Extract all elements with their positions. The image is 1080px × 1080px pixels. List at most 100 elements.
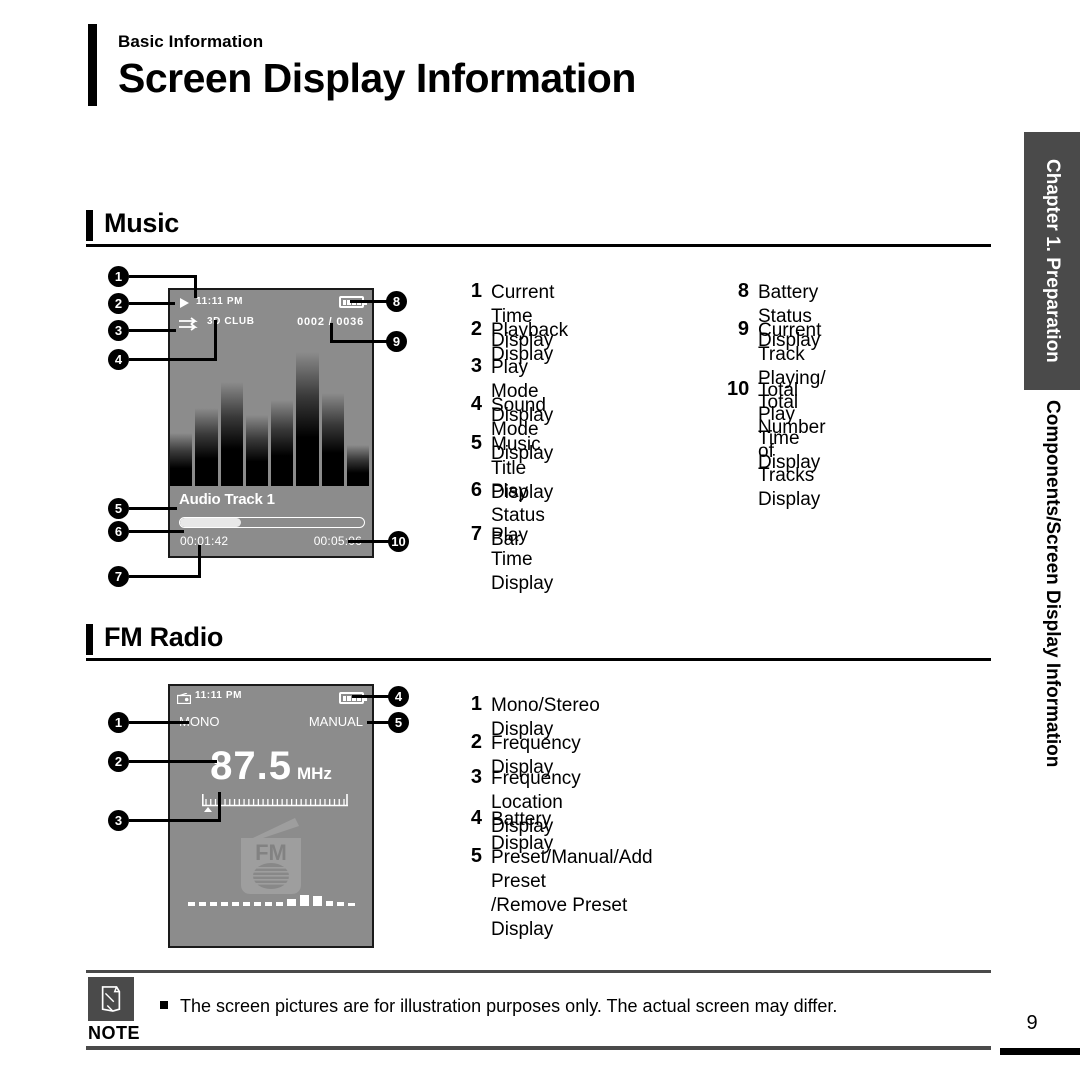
callout-music-10: 10 <box>388 531 409 552</box>
fm-frequency-scale <box>202 794 348 807</box>
play-status-bar <box>179 517 365 528</box>
battery-full-icon <box>339 692 367 704</box>
callout-music-8: 8 <box>386 291 407 312</box>
leader-line <box>129 530 184 533</box>
visualizer-bar <box>195 407 218 490</box>
note-rule-top <box>86 970 991 973</box>
callout-music-1: 1 <box>108 266 129 287</box>
legend-item-number: 2 <box>470 731 482 753</box>
music-status-bar: 11:11 PM 3D CLUB 0002 / 0036 <box>170 290 372 340</box>
leader-line <box>129 507 177 510</box>
leader-line <box>330 323 333 343</box>
leader-line <box>129 760 217 763</box>
fm-frequency-display: 87.5 MHz <box>170 744 372 789</box>
legend-item-number: 1 <box>470 693 482 715</box>
legend-item-number: 2 <box>470 318 482 340</box>
leader-line <box>129 302 175 305</box>
leader-line <box>330 340 388 343</box>
leader-line <box>198 545 201 578</box>
fm-signal-bar <box>253 902 261 906</box>
leader-line <box>129 575 201 578</box>
legend-item-number: 8 <box>737 280 749 302</box>
legend-item-number: 3 <box>470 355 482 377</box>
callout-fm-3: 3 <box>108 810 129 831</box>
note-text: The screen pictures are for illustration… <box>180 996 838 1016</box>
callout-music-4: 4 <box>108 349 129 370</box>
leader-line <box>367 721 391 724</box>
music-elapsed-time: 00:01:42 <box>180 534 229 548</box>
leader-line <box>129 275 197 278</box>
music-player-screen: 11:11 PM 3D CLUB 0002 / 0036 Audio Track… <box>168 288 374 558</box>
section-rule <box>86 658 991 661</box>
note-bullet-icon <box>160 1001 168 1009</box>
leader-line <box>350 300 388 303</box>
visualizer-bar <box>346 445 369 490</box>
section-title-music: Music <box>104 208 180 238</box>
music-visualizer <box>170 340 372 490</box>
leader-line <box>129 358 217 361</box>
visualizer-bar <box>245 415 268 490</box>
callout-music-9: 9 <box>386 331 407 352</box>
sidebar-section-label: Components/Screen Display Information <box>1042 400 1063 768</box>
legend-item-number: 5 <box>470 845 482 867</box>
leader-line <box>194 275 197 298</box>
fm-signal-bar <box>220 902 228 906</box>
leader-line <box>129 329 176 332</box>
leader-line <box>218 792 221 822</box>
note-rule-bottom <box>86 1046 991 1050</box>
legend-item-label: Preset/Manual/Add Preset /Remove Preset … <box>491 847 653 941</box>
legend-item-number: 5 <box>470 432 482 454</box>
fm-signal-bar <box>286 899 296 906</box>
fm-frequency-value: 87.5 <box>210 744 292 788</box>
repeat-arrows-icon <box>178 317 200 331</box>
visualizer-bar <box>321 392 344 490</box>
section-accent-bar <box>86 624 93 655</box>
sidebar-chapter-label: Chapter 1. Preparation <box>1042 159 1063 363</box>
callout-music-3: 3 <box>108 320 129 341</box>
fm-preset-mode-label: MANUAL <box>308 714 363 729</box>
section-rule <box>86 244 991 247</box>
fm-status-bar: 11:11 PM <box>170 686 372 708</box>
visualizer-bar <box>220 382 243 490</box>
header: Basic Information Screen Display Informa… <box>118 32 636 102</box>
callout-music-6: 6 <box>108 521 129 542</box>
legend-item-number: 9 <box>737 318 749 340</box>
music-current-time: 11:11 PM <box>196 296 244 307</box>
fm-radio-logo-watermark: FM <box>219 812 323 908</box>
page-number: 9 <box>1026 1012 1038 1034</box>
legend-item-number: 3 <box>470 766 482 788</box>
callout-fm-5: 5 <box>388 712 409 733</box>
manual-page: Basic Information Screen Display Informa… <box>0 0 1080 1080</box>
fm-signal-bar <box>299 895 309 906</box>
music-title: Audio Track 1 <box>179 491 275 508</box>
fm-signal-bar <box>336 902 344 906</box>
fm-frequency-unit: MHz <box>296 764 332 783</box>
legend-item-number: 10 <box>727 378 750 400</box>
sidebar-chapter-text-wrap: Chapter 1. Preparation <box>1024 132 1080 390</box>
legend-item-label: Total Play Time Display <box>758 380 821 474</box>
callout-fm-2: 2 <box>108 751 129 772</box>
fm-signal-bar <box>264 902 272 906</box>
page-number-rule <box>1000 1048 1080 1055</box>
leader-line <box>129 819 221 822</box>
fm-signal-bar <box>275 902 283 906</box>
section-accent-bar <box>86 210 93 241</box>
callout-music-2: 2 <box>108 293 129 314</box>
callout-fm-1: 1 <box>108 712 129 733</box>
callout-music-7: 7 <box>108 566 129 587</box>
fm-radio-screen: 11:11 PM MONO MANUAL 87.5 MHz FM <box>168 684 374 948</box>
pencil-icon <box>88 977 134 1021</box>
radio-icon <box>176 691 192 705</box>
fm-frequency-marker-icon <box>204 807 212 812</box>
visualizer-bar <box>296 352 319 490</box>
fm-current-time: 11:11 PM <box>195 690 243 701</box>
fm-signal-bar <box>231 902 239 906</box>
callout-fm-4: 4 <box>388 686 409 707</box>
leader-line <box>352 695 390 698</box>
fm-signal-bars <box>170 895 372 906</box>
fm-signal-bar <box>242 902 250 906</box>
legend-item-number: 7 <box>470 523 482 545</box>
legend-item-number: 4 <box>470 393 482 415</box>
legend-item-number: 1 <box>470 280 482 302</box>
page-title: Screen Display Information <box>118 54 636 101</box>
